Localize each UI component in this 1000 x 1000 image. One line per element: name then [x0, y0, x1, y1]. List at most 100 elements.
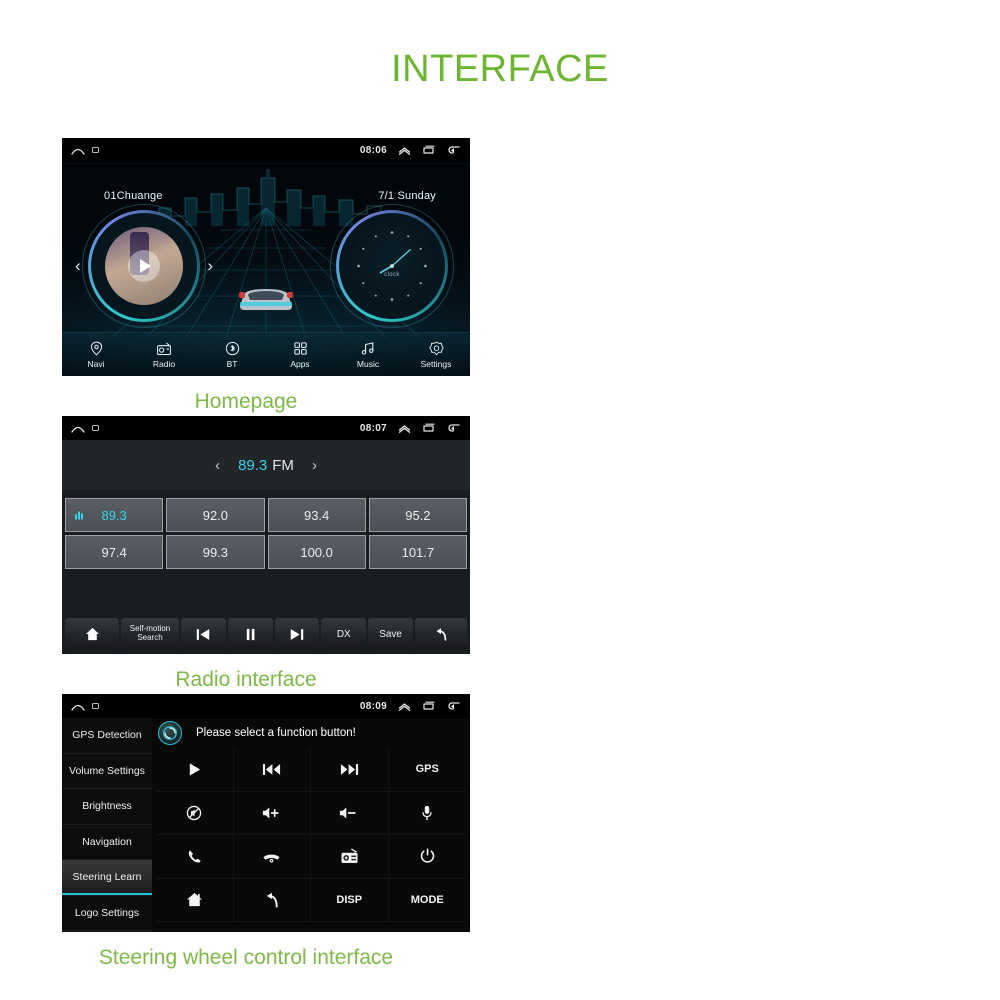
prev-arrow-icon[interactable]: ‹	[75, 256, 81, 276]
nav-label: Radio	[152, 358, 176, 369]
self-motion-search-button[interactable]: Self-motion Search	[121, 618, 179, 650]
phone-call-button[interactable]	[156, 835, 234, 879]
expand-up-icon[interactable]	[398, 702, 411, 711]
homepage-date-label: 7/1 Sunday	[378, 190, 436, 202]
mute-button[interactable]	[156, 791, 234, 835]
volume-up-icon	[262, 806, 282, 820]
preset-button[interactable]: 97.4	[65, 535, 164, 569]
phone-hangup-button[interactable]	[233, 835, 311, 879]
preset-value: 93.4	[303, 507, 330, 523]
play-button[interactable]	[156, 748, 234, 792]
clock-dial[interactable]: clock	[330, 204, 454, 328]
nav-label: Apps	[290, 358, 310, 369]
sidebar-item-settings[interactable]: Settings	[402, 341, 470, 369]
sidebar-item-label: Steering Learn	[72, 871, 142, 884]
sidebar-item-navi[interactable]: Navi	[62, 341, 130, 369]
preset-button[interactable]: 101.7	[368, 535, 467, 569]
prev-button[interactable]	[233, 748, 311, 792]
preset-button[interactable]: 95.2	[368, 498, 467, 532]
sidebar-item-volume-settings[interactable]: Volume Settings	[62, 754, 152, 789]
preset-value: 95.2	[405, 507, 431, 523]
radio-icon	[340, 848, 359, 864]
sd-card-icon	[92, 425, 99, 431]
panel-grid: 08:06 01Chuange 7/1 Sunday ‹ › clock Nav…	[0, 130, 1000, 969]
panel-music-interface: localmusic 08:08 08:08 15	[500, 408, 1000, 686]
play-icon[interactable]	[128, 250, 160, 282]
clock-hands-icon	[357, 231, 427, 301]
expand-up-icon[interactable]	[398, 146, 411, 155]
media-dial[interactable]: ‹ ›	[75, 204, 213, 328]
home-icon[interactable]	[71, 701, 85, 711]
pause-button[interactable]	[227, 618, 273, 650]
microphone-button[interactable]	[388, 792, 466, 835]
sidebar-item-bt[interactable]: BT	[198, 341, 266, 369]
pause-icon	[244, 628, 257, 641]
preset-button[interactable]: 100.0	[267, 535, 366, 569]
next-button[interactable]	[274, 618, 320, 650]
volume-up-button[interactable]	[233, 791, 311, 835]
phone-hangup-icon	[262, 849, 281, 863]
homepage-nav-bar: Navi Radio BT Apps Music Settings	[62, 332, 470, 376]
preset-button[interactable]: 99.3	[166, 535, 265, 569]
recents-icon[interactable]	[422, 423, 436, 433]
volume-down-button[interactable]	[311, 791, 389, 835]
location-pin-icon	[89, 341, 104, 356]
radio-body: ‹ 89.3 FM › 89.3 92.0 93.4 95.2 97.4 99.…	[62, 440, 470, 654]
recents-icon[interactable]	[422, 701, 436, 711]
preset-value: 92.0	[202, 507, 229, 523]
preset-button[interactable]: 92.0	[166, 498, 265, 532]
back-icon[interactable]	[447, 423, 461, 433]
sidebar-item-steering-learn[interactable]: Steering Learn	[62, 860, 152, 896]
steering-screen[interactable]: 08:09 GPS Detection Volume Settings Brig…	[62, 694, 470, 932]
nav-label: BT	[226, 358, 238, 369]
next-button[interactable]	[311, 748, 389, 792]
radio-screen[interactable]: 08:07 ‹ 89.3 FM › 89.3 92.0 93.4 95.2 97…	[62, 416, 470, 654]
save-button[interactable]: Save	[368, 618, 413, 650]
dx-button[interactable]: DX	[321, 618, 367, 650]
sd-card-icon	[92, 703, 99, 709]
home-icon[interactable]	[71, 423, 85, 433]
sidebar-item-gps-detection[interactable]: GPS Detection	[62, 718, 152, 754]
steering-wheel-icon[interactable]	[158, 721, 182, 745]
power-button[interactable]	[388, 835, 466, 879]
mode-button[interactable]: MODE	[388, 879, 466, 922]
back-icon[interactable]	[447, 145, 461, 155]
back-button[interactable]	[233, 878, 311, 922]
recents-icon[interactable]	[422, 145, 436, 155]
prev-button[interactable]	[181, 618, 226, 650]
tune-down-icon[interactable]: ‹	[215, 457, 220, 474]
steering-body: GPS Detection Volume Settings Brightness…	[62, 718, 470, 932]
car-graphic	[239, 289, 293, 310]
music-note-icon	[360, 341, 376, 356]
gps-button[interactable]: GPS	[388, 748, 466, 792]
preset-value: 99.3	[202, 544, 229, 560]
preset-grid: 89.3 92.0 93.4 95.2 97.4 99.3 100.0 101.…	[65, 498, 467, 569]
microphone-icon	[421, 805, 433, 821]
home-icon[interactable]	[71, 145, 85, 155]
sidebar-item-navigation[interactable]: Navigation	[62, 825, 152, 860]
disp-button[interactable]: DISP	[311, 878, 389, 922]
expand-up-icon[interactable]	[398, 424, 411, 433]
panel-app-interface: 08:07 Downloads	[500, 130, 1000, 408]
clock-label: clock	[384, 272, 400, 279]
home-button[interactable]	[156, 878, 234, 922]
sidebar-item-label: Brightness	[82, 800, 132, 813]
home-button[interactable]	[65, 618, 119, 650]
back-button[interactable]	[414, 618, 467, 650]
sidebar-item-label: Logo Settings	[74, 906, 140, 919]
back-icon[interactable]	[447, 701, 461, 711]
panel-caption: Steering wheel control interface	[98, 946, 394, 969]
homepage-screen[interactable]: 08:06 01Chuange 7/1 Sunday ‹ › clock Nav…	[62, 138, 470, 376]
preset-button[interactable]: 93.4	[267, 498, 366, 532]
radio-button[interactable]	[311, 835, 389, 879]
preset-button[interactable]: 89.3	[65, 498, 164, 532]
sidebar-item-logo-settings[interactable]: Logo Settings	[62, 896, 152, 931]
sidebar-item-brightness[interactable]: Brightness	[62, 789, 152, 825]
sidebar-item-radio[interactable]: Radio	[130, 341, 198, 369]
next-arrow-icon[interactable]: ›	[207, 256, 213, 276]
sidebar-item-music[interactable]: Music	[334, 341, 402, 369]
sidebar-item-apps[interactable]: Apps	[266, 341, 334, 369]
preset-value: 101.7	[401, 544, 435, 560]
tune-up-icon[interactable]: ›	[312, 457, 317, 474]
power-icon	[420, 848, 435, 864]
